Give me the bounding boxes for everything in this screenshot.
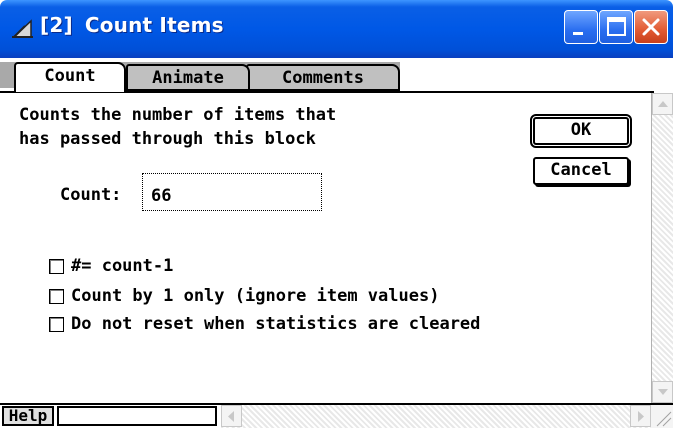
horizontal-scrollbar[interactable] — [221, 405, 651, 428]
scroll-left-button[interactable] — [221, 405, 242, 427]
arrow-down-icon — [658, 389, 668, 395]
close-button[interactable] — [634, 10, 668, 44]
tab-strip: Comments Animate Count — [0, 58, 673, 92]
resize-grip-icon — [656, 411, 672, 427]
arrow-right-icon — [638, 411, 644, 422]
vertical-scrollbar[interactable] — [651, 93, 673, 403]
description-line-1: Counts the number of items that — [19, 105, 337, 125]
checkbox[interactable] — [49, 316, 64, 332]
count-items-dialog: [2] Count Items Comments Animate Count Co… — [0, 0, 673, 428]
arrow-left-icon — [228, 411, 234, 422]
count-field[interactable]: 66 — [142, 173, 322, 211]
checkbox[interactable] — [49, 258, 64, 274]
minimize-icon — [573, 32, 583, 35]
maximize-icon — [607, 17, 626, 36]
option-do-not-reset[interactable]: Do not reset when statistics are cleared — [49, 313, 480, 335]
cancel-button[interactable]: Cancel — [533, 157, 629, 185]
block-name: Count Items — [84, 13, 224, 37]
title-bar[interactable]: [2] Count Items — [0, 0, 673, 58]
help-button[interactable]: Help — [2, 406, 54, 426]
arrow-up-icon — [658, 101, 668, 107]
checkbox[interactable] — [49, 288, 64, 304]
maximize-button[interactable] — [599, 10, 633, 44]
scroll-up-button[interactable] — [652, 93, 673, 115]
block-description: Counts the number of items that has pass… — [19, 103, 419, 151]
tab-panel-count: Counts the number of items that has pass… — [0, 93, 651, 403]
window-title: [2] Count Items — [40, 13, 224, 37]
scroll-down-button[interactable] — [652, 381, 673, 403]
ok-button[interactable]: OK — [530, 114, 632, 148]
description-line-2: has passed through this block — [19, 129, 316, 149]
resize-grip[interactable] — [651, 405, 673, 428]
block-number: [2] — [40, 13, 73, 37]
close-icon — [642, 18, 660, 36]
tab-count[interactable]: Count — [14, 62, 126, 92]
option-label: Do not reset when statistics are cleared — [71, 314, 481, 334]
scroll-right-button[interactable] — [630, 405, 651, 427]
option-count-by-one[interactable]: Count by 1 only (ignore item values) — [49, 285, 439, 307]
block-app-icon — [12, 19, 33, 38]
option-count-minus-one[interactable]: #= count-1 — [49, 255, 173, 277]
tab-comments[interactable]: Comments — [246, 64, 400, 91]
minimize-button[interactable] — [564, 10, 598, 44]
tab-animate[interactable]: Animate — [126, 64, 250, 91]
option-label: Count by 1 only (ignore item values) — [71, 286, 440, 306]
bottom-bar: Help — [0, 403, 673, 428]
count-label: Count: — [60, 185, 122, 205]
status-field — [57, 406, 217, 426]
option-label: #= count-1 — [71, 256, 174, 276]
